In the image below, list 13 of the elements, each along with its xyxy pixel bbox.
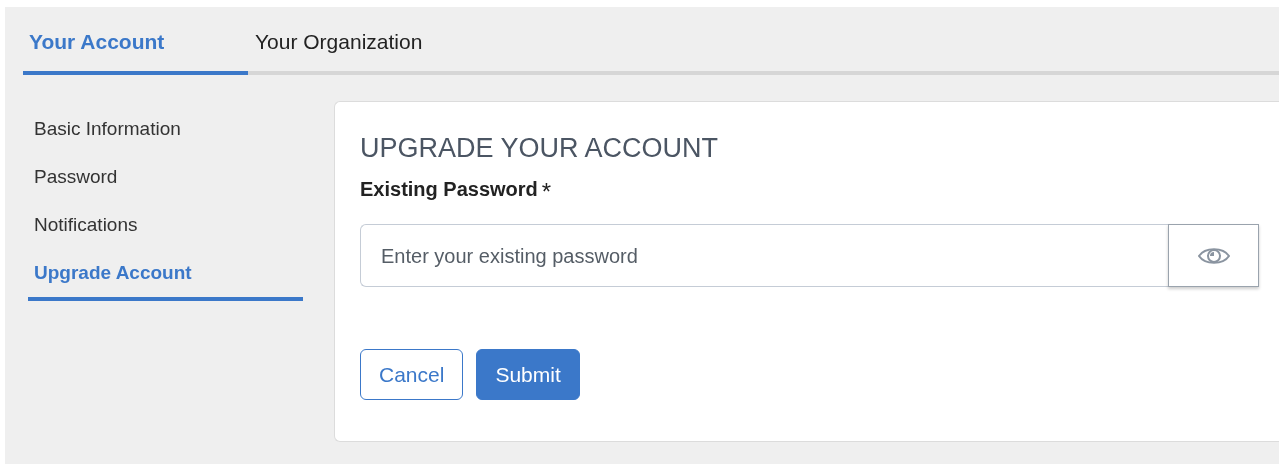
form-title: UPGRADE YOUR ACCOUNT — [360, 132, 720, 165]
password-field[interactable]: Enter your existing password — [360, 224, 1168, 288]
field-label: Existing Password — [360, 178, 538, 201]
sidebar-item[interactable]: Notifications — [28, 201, 303, 249]
show-password-button[interactable] — [1168, 224, 1259, 288]
tab[interactable]: Your Organization — [248, 25, 429, 75]
submit-button[interactable]: Submit — [476, 349, 580, 401]
sidebar-item[interactable]: Password — [28, 153, 303, 201]
cancel-button[interactable]: Cancel — [360, 349, 464, 401]
sidebar-item[interactable]: Upgrade Account — [28, 249, 303, 301]
sidebar-item[interactable]: Basic Information — [28, 105, 303, 153]
tab[interactable]: Your Account — [23, 25, 248, 75]
required-mark: * — [541, 178, 552, 206]
